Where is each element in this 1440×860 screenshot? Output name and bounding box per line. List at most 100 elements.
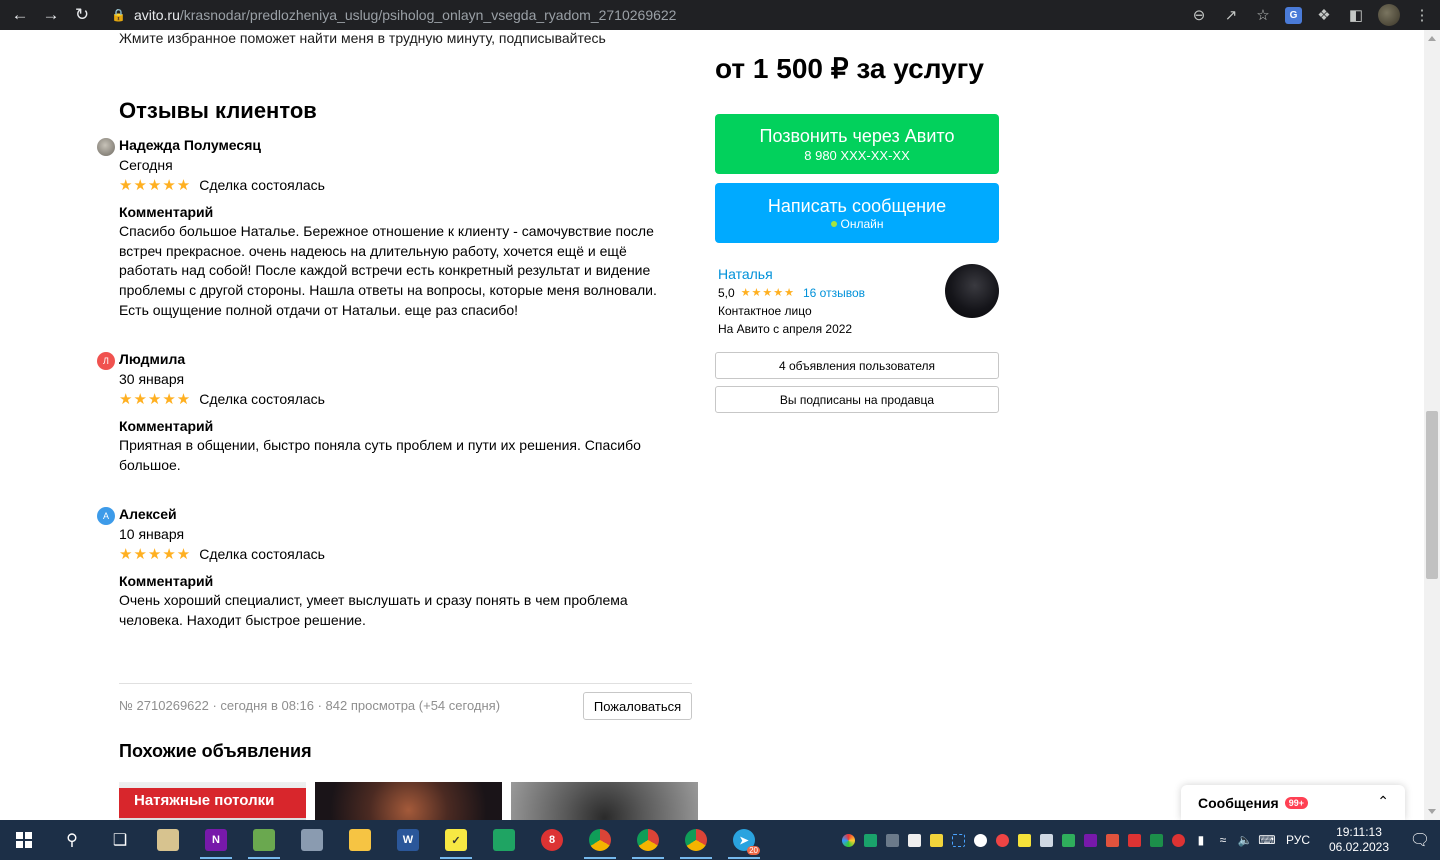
- taskbar-app-chrome-3[interactable]: [672, 820, 720, 860]
- menu-kebab-icon[interactable]: ⋮: [1412, 5, 1432, 25]
- tray-icon[interactable]: [860, 820, 882, 860]
- online-status: Онлайн: [830, 216, 884, 232]
- scrollbar-thumb[interactable]: [1426, 411, 1438, 579]
- notepad-icon: [253, 829, 275, 851]
- notifications-icon[interactable]: 🗨: [1400, 820, 1440, 860]
- tray-monitor-icon: [886, 833, 900, 847]
- back-arrow-icon[interactable]: ←: [9, 4, 31, 26]
- tray-icon[interactable]: [1014, 820, 1036, 860]
- volume-icon[interactable]: 🔈: [1234, 820, 1256, 860]
- profile-avatar-icon[interactable]: [1378, 4, 1400, 26]
- similar-listing-thumb[interactable]: [315, 782, 502, 820]
- review-text-line: большое.: [119, 456, 181, 473]
- input-language[interactable]: РУС: [1286, 833, 1310, 847]
- subscribed-button[interactable]: Вы подписаны на продавца: [715, 386, 999, 413]
- taskbar-app-8[interactable]: 8: [528, 820, 576, 860]
- reviewer-name[interactable]: Людмила: [119, 349, 689, 369]
- review-text-line: Есть ощущение полной отдачи от Натальи. …: [119, 301, 519, 318]
- start-button[interactable]: [0, 820, 48, 860]
- online-dot-icon: [830, 221, 837, 227]
- seller-listings-button[interactable]: 4 объявления пользователя: [715, 352, 999, 379]
- scroll-up-arrow-icon[interactable]: [1428, 36, 1436, 41]
- similar-listing-thumb[interactable]: [511, 782, 698, 820]
- review-text: Приятная в общении, быстро поняла суть п…: [119, 436, 689, 475]
- taskbar-app-tool[interactable]: [288, 820, 336, 860]
- price: от 1 500 ₽ за услугу: [715, 53, 984, 84]
- tray-app-icon: [1128, 833, 1142, 847]
- tray-icon[interactable]: [1146, 820, 1168, 860]
- deal-status: Сделка состоялась: [199, 546, 325, 562]
- battery-icon[interactable]: ▮: [1190, 820, 1212, 860]
- tray-icon[interactable]: [948, 820, 970, 860]
- taskbar-app-notepad[interactable]: [240, 820, 288, 860]
- reviewer-name[interactable]: Алексей: [119, 504, 689, 524]
- reload-icon[interactable]: ↻: [71, 4, 93, 26]
- taskbar-app-sticky[interactable]: ✓: [432, 820, 480, 860]
- wifi-icon[interactable]: ≈: [1212, 820, 1234, 860]
- review-date: 30 января: [119, 371, 185, 387]
- sheets-icon: [493, 829, 515, 851]
- tray-icon[interactable]: [882, 820, 904, 860]
- seller-reviews-link[interactable]: 16 отзывов: [803, 284, 865, 302]
- messages-widget[interactable]: Сообщения 99+ ⌃: [1181, 785, 1405, 820]
- system-tray: ▮ ≈ 🔈 ⌨ РУС 19:11:13 06.02.2023 🗨: [838, 820, 1440, 860]
- clock-time: 19:11:13: [1336, 825, 1382, 839]
- url-host: avito.ru: [133, 7, 180, 23]
- chevron-up-icon[interactable]: ⌃: [1377, 793, 1389, 810]
- taskbar-app-files[interactable]: [144, 820, 192, 860]
- tray-icon[interactable]: [926, 820, 948, 860]
- tray-app-icon: [1106, 833, 1120, 847]
- tray-icon[interactable]: [1168, 820, 1190, 860]
- clock-date: 06.02.2023: [1328, 840, 1390, 854]
- zoom-icon[interactable]: ⊖: [1189, 5, 1209, 25]
- task-view-icon[interactable]: ❑: [96, 820, 144, 860]
- reviewer-avatar: [97, 138, 115, 156]
- masked-phone: 8 980 XXX-XX-XX: [804, 147, 910, 163]
- search-icon[interactable]: ⚲: [48, 820, 96, 860]
- tray-icon[interactable]: [1102, 820, 1124, 860]
- write-message-label: Написать сообщение: [767, 195, 947, 216]
- similar-listing-thumb[interactable]: Натяжные потолки: [119, 782, 306, 820]
- page-scrollbar[interactable]: [1424, 30, 1440, 820]
- bookmark-star-icon[interactable]: ☆: [1253, 5, 1273, 25]
- tray-icon[interactable]: [970, 820, 992, 860]
- folder-icon: [349, 829, 371, 851]
- tray-icon[interactable]: [904, 820, 926, 860]
- tray-icon[interactable]: [1080, 820, 1102, 860]
- tray-icon[interactable]: [1124, 820, 1146, 860]
- tray-record-icon: [996, 833, 1010, 847]
- forward-arrow-icon[interactable]: →: [40, 4, 62, 26]
- tray-icon[interactable]: [992, 820, 1014, 860]
- lock-icon[interactable]: 🔒: [111, 8, 126, 22]
- address-bar[interactable]: avito.ru/krasnodar/predlozheniya_uslug/p…: [134, 7, 677, 23]
- taskbar-app-word[interactable]: W: [384, 820, 432, 860]
- comment-label: Комментарий: [119, 573, 214, 589]
- reviewer-name[interactable]: Надежда Полумесяц: [119, 135, 689, 155]
- taskbar-app-explorer[interactable]: [336, 820, 384, 860]
- taskbar-app-telegram[interactable]: ➤ 20: [720, 820, 768, 860]
- taskbar-app-onenote[interactable]: N: [192, 820, 240, 860]
- review-text-line: работать над собой! После каждой встречи…: [119, 262, 651, 279]
- similar-listings-title: Похожие объявления: [119, 741, 312, 761]
- review-date: 10 января: [119, 526, 185, 542]
- tray-icon[interactable]: [1058, 820, 1080, 860]
- seller-card: Наталья 5,0 ★★★★★ 16 отзывов Контактное …: [718, 264, 999, 340]
- tray-icon[interactable]: [838, 820, 860, 860]
- complain-button[interactable]: Пожаловаться: [583, 692, 692, 720]
- tray-icon[interactable]: [1036, 820, 1058, 860]
- listing-meta: № 2710269622 · сегодня в 08:16 · 842 про…: [119, 698, 501, 713]
- share-icon[interactable]: ↗: [1221, 5, 1241, 25]
- system-clock[interactable]: 19:11:13 06.02.2023: [1324, 825, 1394, 855]
- keyboard-icon[interactable]: ⌨: [1256, 820, 1278, 860]
- scroll-down-arrow-icon[interactable]: [1428, 809, 1436, 814]
- taskbar-app-chrome-2[interactable]: [624, 820, 672, 860]
- translate-extension-icon[interactable]: G: [1285, 6, 1302, 24]
- taskbar-app-sheets[interactable]: [480, 820, 528, 860]
- taskbar-app-chrome-1[interactable]: [576, 820, 624, 860]
- extensions-puzzle-icon[interactable]: ❖: [1314, 5, 1334, 25]
- write-message-button[interactable]: Написать сообщение Онлайн: [715, 183, 999, 243]
- call-button[interactable]: Позвонить через Авито 8 980 XXX-XX-XX: [715, 114, 999, 174]
- seller-avatar[interactable]: [945, 264, 999, 318]
- online-status-text: Онлайн: [840, 216, 884, 231]
- side-panel-icon[interactable]: ◧: [1346, 5, 1366, 25]
